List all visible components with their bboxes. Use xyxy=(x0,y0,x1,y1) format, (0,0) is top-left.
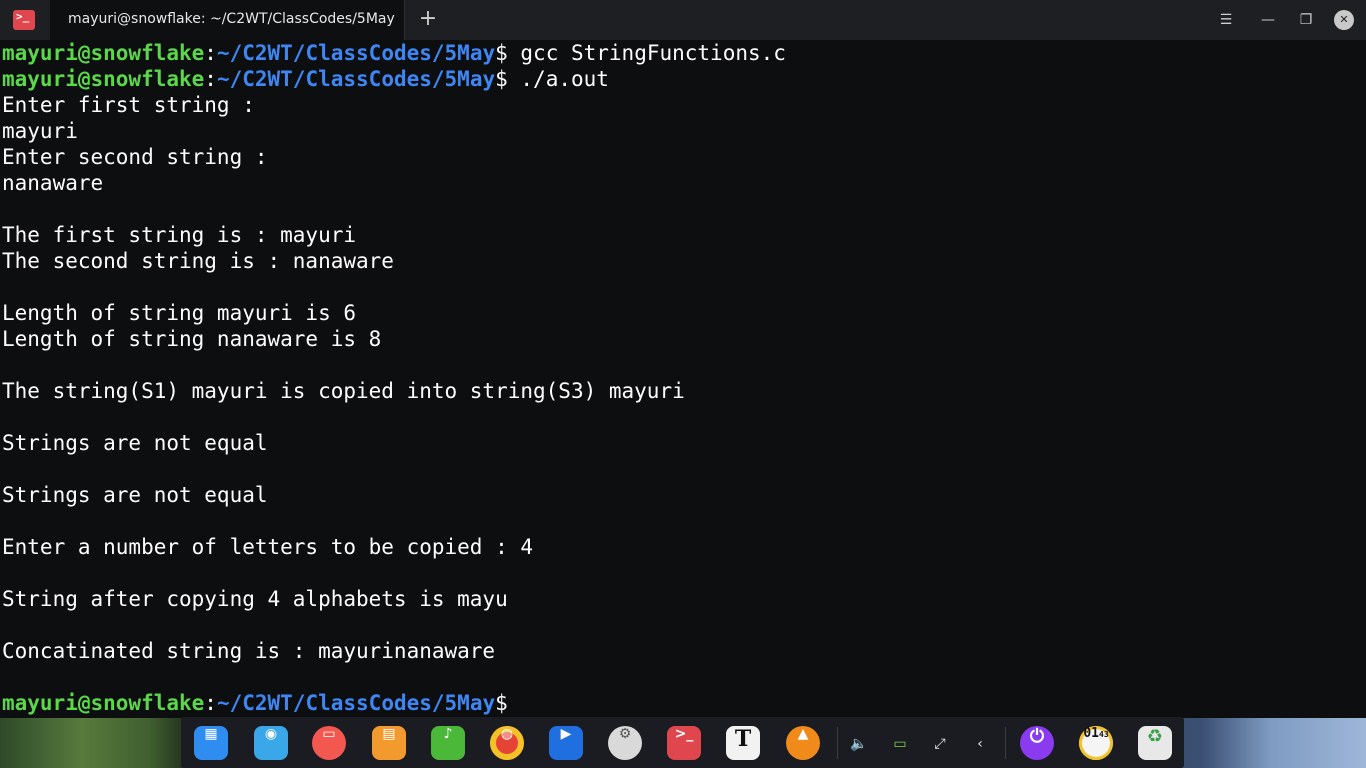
battery-icon[interactable]: ▭ xyxy=(890,734,910,754)
prompt-line: mayuri@snowflake:~/C2WT/ClassCodes/5May$… xyxy=(2,40,786,66)
network-icon[interactable]: ⤢ xyxy=(930,734,950,754)
prompt-user: mayuri@snowflake xyxy=(2,691,205,715)
clock-icon[interactable]: 0143 xyxy=(1079,726,1113,760)
prompt-separator: : xyxy=(204,41,217,65)
command-text: gcc StringFunctions.c xyxy=(507,41,786,65)
vlc-icon[interactable]: ▲ xyxy=(786,726,820,760)
prompt-line: mayuri@snowflake:~/C2WT/ClassCodes/5May$… xyxy=(2,66,609,92)
prompt-symbol: $ xyxy=(495,691,508,715)
maximize-button[interactable]: ❐ xyxy=(1296,10,1316,30)
trash-icon[interactable]: ♻ xyxy=(1138,726,1172,760)
output-line: Length of string mayuri is 6 xyxy=(2,301,357,325)
prompt-path: ~/C2WT/ClassCodes/5May xyxy=(216,691,496,715)
music-player-icon[interactable]: ♪ xyxy=(431,726,465,760)
command-text: ./a.out xyxy=(507,67,609,91)
prompt-separator: : xyxy=(204,691,217,715)
output-line: Enter a number of letters to be copied :… xyxy=(2,535,534,559)
prompt-separator: : xyxy=(204,67,217,91)
clock-minute: 43 xyxy=(1099,730,1109,739)
terminal-app-icon[interactable]: >_ xyxy=(667,726,701,760)
video-player-icon[interactable]: ▶ xyxy=(549,726,583,760)
title-bar: >_ mayuri@snowflake: ~/C2WT/ClassCodes/5… xyxy=(0,0,1366,41)
terminal-output[interactable]: mayuri@snowflake:~/C2WT/ClassCodes/5May$… xyxy=(0,40,1366,718)
output-line: Concatinated string is : mayurinanaware xyxy=(2,639,496,663)
close-button[interactable]: ✕ xyxy=(1334,10,1354,30)
output-line: The first string is : mayuri xyxy=(2,223,357,247)
screen-recorder-icon[interactable]: ▭ xyxy=(312,726,346,760)
output-line: String after copying 4 alphabets is mayu xyxy=(2,587,508,611)
prompt-symbol: $ xyxy=(495,67,508,91)
output-line: Enter second string : xyxy=(2,145,268,169)
chrome-icon[interactable]: ◍ xyxy=(490,726,524,760)
prompt-user: mayuri@snowflake xyxy=(2,41,205,65)
output-line: Enter first string : xyxy=(2,93,255,117)
tab-title: mayuri@snowflake: ~/C2WT/ClassCodes/5May xyxy=(68,11,395,27)
dock-separator xyxy=(1005,727,1006,759)
clock-hour: 01 xyxy=(1083,726,1099,741)
prompt-symbol: $ xyxy=(495,41,508,65)
settings-icon[interactable]: ⚙ xyxy=(608,726,642,760)
prompt-user: mayuri@snowflake xyxy=(2,67,205,91)
expand-tray-icon[interactable]: ‹ xyxy=(970,734,990,754)
tab-terminal[interactable]: mayuri@snowflake: ~/C2WT/ClassCodes/5May xyxy=(50,0,405,40)
prompt-line: mayuri@snowflake:~/C2WT/ClassCodes/5May$ xyxy=(2,690,508,716)
file-manager-icon[interactable]: ◉ xyxy=(254,726,288,760)
menu-icon[interactable]: ☰ xyxy=(1216,10,1236,30)
text-editor-icon[interactable]: T xyxy=(726,726,760,760)
output-line: The second string is : nanaware xyxy=(2,249,394,273)
dock-separator xyxy=(837,727,838,759)
new-tab-button[interactable]: + xyxy=(415,7,441,33)
power-icon[interactable]: ⏻ xyxy=(1020,726,1054,760)
prompt-path: ~/C2WT/ClassCodes/5May xyxy=(216,67,496,91)
output-line: Strings are not equal xyxy=(2,431,268,455)
output-line: nanaware xyxy=(2,171,104,195)
prompt-path: ~/C2WT/ClassCodes/5May xyxy=(216,41,496,65)
launcher-icon[interactable]: ▦ xyxy=(194,726,228,760)
output-line: Length of string nanaware is 8 xyxy=(2,327,382,351)
minimize-button[interactable]: — xyxy=(1258,10,1278,30)
output-line: Strings are not equal xyxy=(2,483,268,507)
output-line: The string(S1) mayuri is copied into str… xyxy=(2,379,685,403)
volume-icon[interactable]: 🔈 xyxy=(849,734,869,754)
app-store-icon[interactable]: ▤ xyxy=(372,726,406,760)
terminal-icon[interactable]: >_ xyxy=(13,10,35,30)
output-line: mayuri xyxy=(2,119,78,143)
